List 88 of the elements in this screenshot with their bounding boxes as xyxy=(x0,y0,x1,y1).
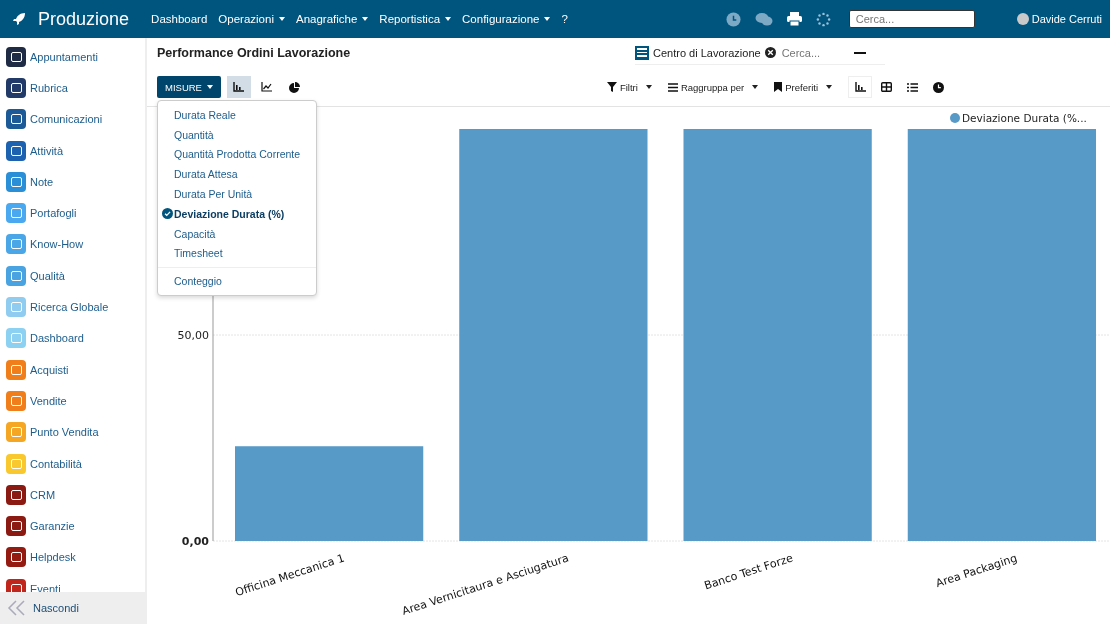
sidebar-item[interactable]: Qualità xyxy=(30,269,65,282)
sidebar-item[interactable]: Appuntamenti xyxy=(30,50,98,63)
nav-menu-item[interactable]: Dashboard xyxy=(151,13,208,25)
app-tile-icon[interactable] xyxy=(6,516,26,537)
measures-button[interactable]: MISURE xyxy=(157,76,221,98)
measure-option[interactable]: Deviazione Durata (%) xyxy=(158,204,316,224)
list-icon xyxy=(635,45,649,60)
app-tile-icon[interactable] xyxy=(6,171,26,192)
filter-icon xyxy=(606,82,617,92)
app-tile-icon[interactable] xyxy=(6,140,26,161)
sidebar-item[interactable]: Dashboard xyxy=(30,332,84,345)
app-tile-icon[interactable] xyxy=(6,234,26,255)
app-tile-icon[interactable] xyxy=(6,265,26,286)
y-axis-tick-label: 0,00 xyxy=(181,535,209,548)
x-axis-label: Banco Test Forze xyxy=(702,551,795,593)
rocket-icon[interactable] xyxy=(12,12,26,26)
y-axis-tick-label: 50,00 xyxy=(177,329,209,342)
app-tile-icon[interactable] xyxy=(6,390,26,411)
sidebar-item[interactable]: CRM xyxy=(30,488,56,501)
measure-option[interactable]: Capacità xyxy=(158,223,316,244)
sidebar-item[interactable]: Ricerca Globale xyxy=(30,301,109,313)
filter-facet[interactable]: Centro di Lavorazione xyxy=(635,45,776,60)
sidebar-item[interactable]: Rubrica xyxy=(30,81,68,94)
hide-sidebar-link[interactable]: Nascondi xyxy=(33,602,79,614)
sidebar-item[interactable]: Note xyxy=(30,175,54,188)
sidebar-item[interactable]: Acquisti xyxy=(30,363,69,376)
measure-option[interactable]: Durata Per Unità xyxy=(158,184,316,204)
sidebar-item[interactable]: Eventi xyxy=(30,582,61,592)
chat-icon[interactable] xyxy=(754,11,773,27)
spinner-icon xyxy=(815,11,831,27)
app-tile-icon[interactable] xyxy=(6,578,26,592)
nav-menu-item[interactable]: Anagrafiche xyxy=(295,13,369,25)
line-chart-icon xyxy=(261,82,273,92)
nav-menu-item[interactable]: Configurazione xyxy=(462,13,551,25)
sidebar-item[interactable]: Garanzie xyxy=(30,520,75,533)
app-tile-icon[interactable] xyxy=(6,297,26,317)
sidebar-item[interactable]: Portafogli xyxy=(30,207,77,220)
app-tile-icon[interactable] xyxy=(6,77,26,98)
sidebar-item[interactable]: Contabilità xyxy=(30,457,82,470)
search-option-button[interactable]: Preferiti xyxy=(768,81,838,93)
app-tile-icon[interactable] xyxy=(6,547,26,568)
clock-icon[interactable] xyxy=(725,11,741,27)
facet-label: Centro di Lavorazione xyxy=(653,46,761,59)
user-name[interactable]: Davide Cerruti xyxy=(1031,13,1102,25)
clock-icon xyxy=(932,81,944,93)
search-field[interactable]: Cerca... xyxy=(848,10,975,28)
avatar-icon[interactable] xyxy=(1016,13,1029,25)
nav-menu-item[interactable]: Operazioni xyxy=(218,13,285,25)
measure-option[interactable]: Timesheet xyxy=(158,243,316,264)
search-bar[interactable]: Centro di Lavorazione Cerca... xyxy=(635,41,885,65)
app-tile-icon[interactable] xyxy=(6,359,26,380)
app-tile-icon[interactable] xyxy=(6,46,26,67)
lines-icon xyxy=(667,82,678,92)
sidebar-item[interactable]: Helpdesk xyxy=(30,551,76,564)
app-tile-icon[interactable] xyxy=(6,422,26,443)
page-title: Performance Ordini Lavorazione xyxy=(157,46,352,60)
print-icon[interactable] xyxy=(786,12,802,26)
view-switch-button[interactable] xyxy=(848,76,872,98)
bar-chart-icon xyxy=(233,82,245,92)
search-option-button[interactable]: Raggruppa per xyxy=(661,81,765,93)
bar-chart-icon xyxy=(854,82,866,92)
list-icon xyxy=(906,82,918,92)
measure-option[interactable]: Conteggio xyxy=(158,271,316,292)
legend-label: Deviazione Durata (%... xyxy=(962,112,1087,124)
app-tile-icon[interactable] xyxy=(6,328,26,349)
nav-menu-item[interactable]: Reportistica xyxy=(379,13,452,25)
sidebar-item[interactable]: Punto Vendita xyxy=(30,426,99,439)
nav-menu-item[interactable]: ? xyxy=(561,13,568,25)
sidebar-item[interactable]: Comunicazioni xyxy=(30,113,103,126)
app-tile-icon[interactable] xyxy=(6,203,26,224)
close-icon[interactable] xyxy=(764,47,776,58)
sidebar-item[interactable]: Vendite xyxy=(30,394,67,407)
measure-option[interactable]: Quantità Prodotta Corrente xyxy=(158,144,316,165)
measure-option[interactable]: Durata Attesa xyxy=(158,164,316,185)
chart-type-button[interactable] xyxy=(226,76,251,98)
measure-option[interactable]: Durata Reale xyxy=(158,105,316,125)
check-circle-icon xyxy=(162,208,173,220)
app-tile-icon[interactable] xyxy=(6,453,26,474)
app-tile-icon[interactable] xyxy=(6,109,26,130)
app-title: Produzione xyxy=(38,8,130,30)
app-tile-icon[interactable] xyxy=(6,484,26,505)
search-option-button[interactable]: Filtri xyxy=(600,81,658,93)
pie-chart-icon xyxy=(289,81,301,93)
sidebar-item[interactable]: Know-How xyxy=(30,238,84,251)
bookmark-icon xyxy=(774,82,783,92)
table-icon xyxy=(880,82,892,92)
measure-option[interactable]: Quantità xyxy=(158,124,316,145)
sidebar-item[interactable]: Attività xyxy=(30,144,63,157)
